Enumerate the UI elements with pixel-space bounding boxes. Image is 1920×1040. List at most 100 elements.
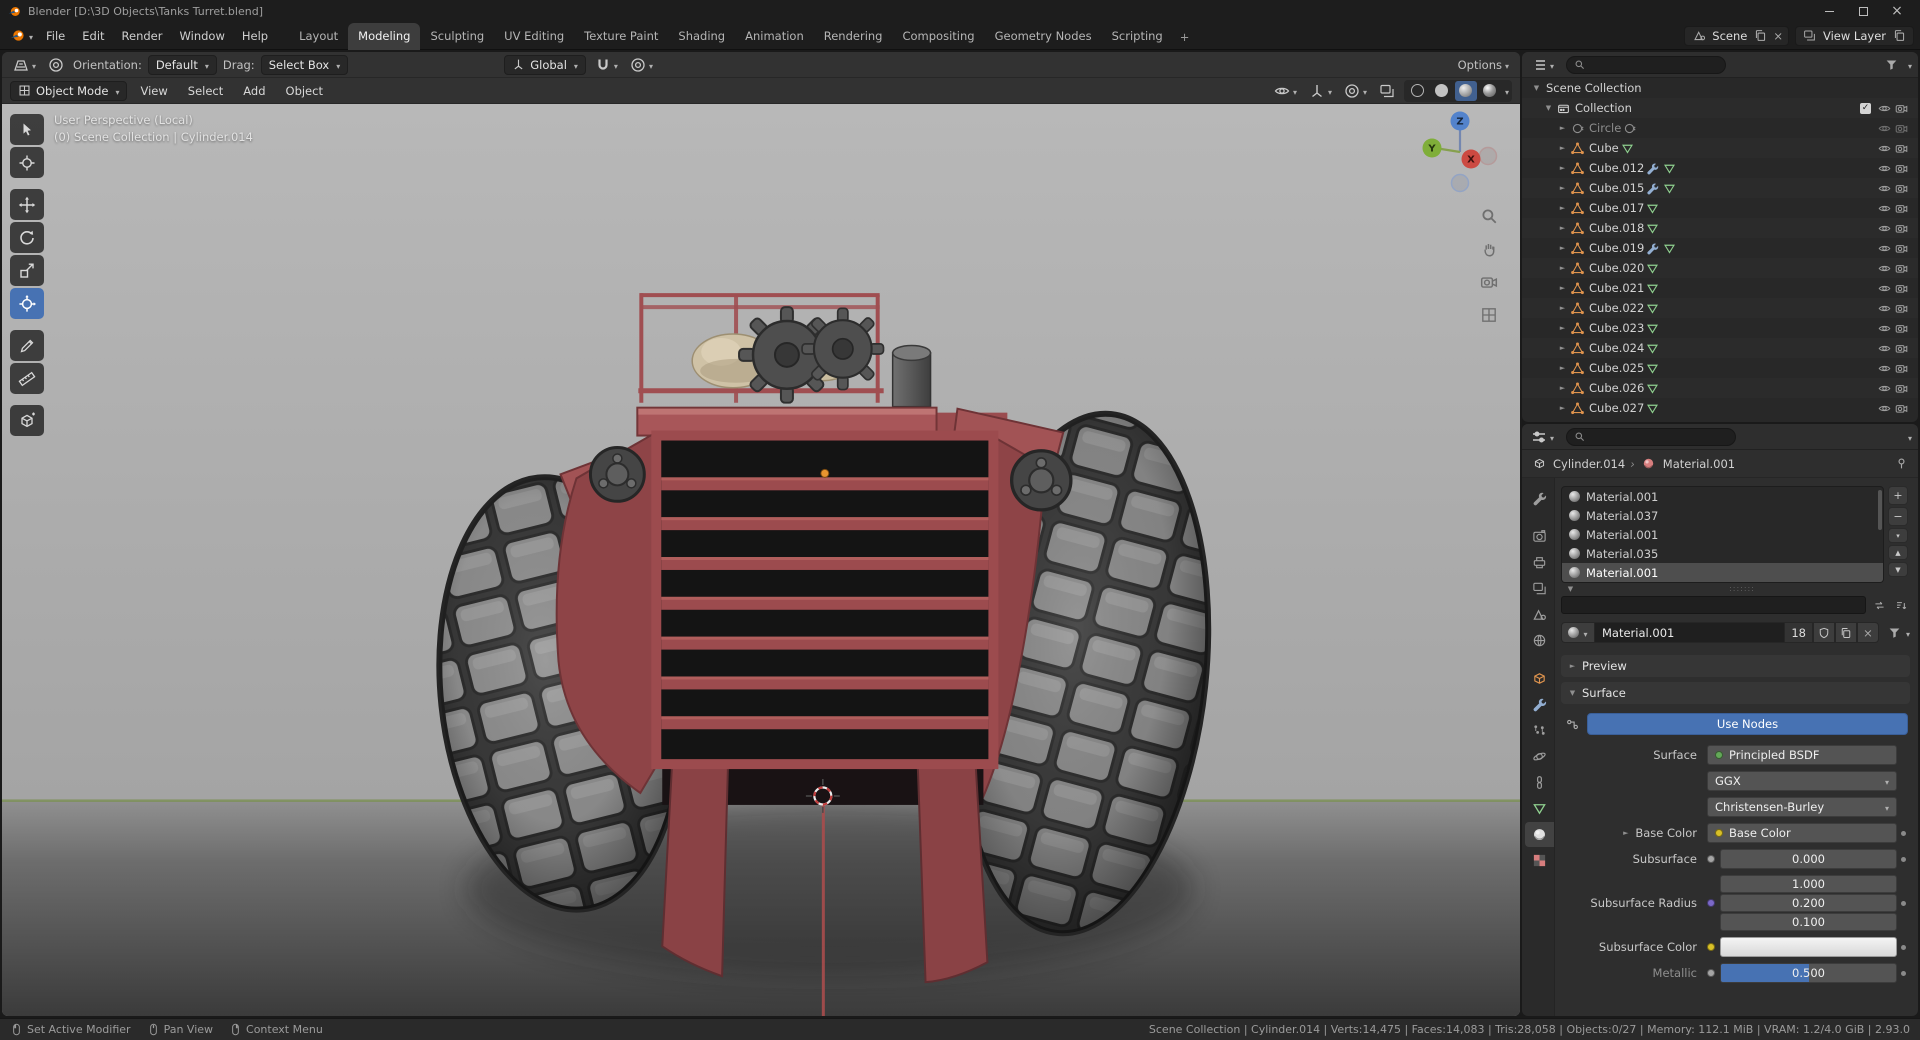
outliner-item[interactable]: Cube.018 <box>1522 218 1918 238</box>
menu-edit[interactable]: Edit <box>74 26 112 46</box>
subsurface-radius-x[interactable]: 1.000 <box>1720 875 1897 893</box>
outliner-item[interactable]: Cube.023 <box>1522 318 1918 338</box>
remove-slot-button[interactable]: − <box>1888 507 1908 526</box>
disable-render-icon[interactable] <box>1893 122 1910 135</box>
filter-invert-icon[interactable] <box>1870 599 1888 612</box>
list-filter-input[interactable] <box>1561 596 1866 614</box>
breadcrumb-material[interactable]: Material.001 <box>1663 457 1735 471</box>
tool-annotate-button[interactable] <box>10 330 44 361</box>
outliner-search-input[interactable] <box>1566 55 1726 74</box>
outliner-item[interactable]: Cube.024 <box>1522 338 1918 358</box>
selectability-dropdown[interactable] <box>1271 81 1300 101</box>
subsurface-radius-y[interactable]: 0.200 <box>1720 894 1897 912</box>
expand-icon[interactable] <box>1556 264 1569 272</box>
tab-animation[interactable]: Animation <box>735 23 814 50</box>
expand-icon[interactable] <box>1556 164 1569 172</box>
tab-scene[interactable] <box>1525 602 1554 627</box>
menu-file[interactable]: File <box>38 26 73 46</box>
hide-viewport-icon[interactable] <box>1876 222 1893 235</box>
decorator-dot[interactable] <box>1897 971 1910 976</box>
hide-viewport-icon[interactable] <box>1876 202 1893 215</box>
expand-icon[interactable] <box>1556 304 1569 312</box>
tool-scale-button[interactable] <box>10 255 44 286</box>
disable-render-icon[interactable] <box>1893 182 1910 195</box>
subsurface-slider[interactable]: 0.000 <box>1720 849 1897 869</box>
navigation-gizmo[interactable]: Z Y X <box>1414 106 1506 198</box>
hide-viewport-icon[interactable] <box>1876 342 1893 355</box>
tab-constraints[interactable] <box>1525 770 1554 795</box>
subsurface-color-swatch[interactable] <box>1720 937 1897 957</box>
material-slot[interactable]: Material.001 <box>1562 525 1883 544</box>
filter-sort-icon[interactable] <box>1892 599 1910 612</box>
disable-render-icon[interactable] <box>1893 222 1910 235</box>
metallic-slider[interactable]: 0.500 <box>1720 963 1897 983</box>
gizmo-y-ball[interactable]: Y <box>1422 138 1442 158</box>
disable-render-icon[interactable] <box>1893 162 1910 175</box>
expand-icon[interactable] <box>1556 364 1569 372</box>
ortho-toggle-button[interactable] <box>1477 303 1501 327</box>
view-layer-selector[interactable]: View Layer <box>1794 25 1914 46</box>
overlays-dropdown[interactable] <box>1341 81 1370 101</box>
hide-viewport-icon[interactable] <box>1876 242 1893 255</box>
shading-material-button[interactable] <box>1454 80 1477 101</box>
decorator-dot[interactable] <box>1897 831 1910 836</box>
pan-button[interactable] <box>1477 237 1501 261</box>
gizmo-neg-z-ball[interactable] <box>1450 173 1470 193</box>
disable-render-icon[interactable] <box>1893 242 1910 255</box>
outliner-editor-type-button[interactable] <box>1528 55 1557 75</box>
tab-view-layer[interactable] <box>1525 576 1554 601</box>
close-button[interactable] <box>1882 2 1912 20</box>
tab-layout[interactable]: Layout <box>289 23 348 50</box>
surface-shader-dropdown[interactable]: Principled BSDF <box>1707 745 1897 765</box>
tab-modifiers[interactable] <box>1525 692 1554 717</box>
decorator-dot[interactable] <box>1897 857 1910 862</box>
add-menu[interactable]: Add <box>236 82 272 100</box>
snap-toggle[interactable] <box>592 55 621 75</box>
properties-search-input[interactable] <box>1566 427 1737 446</box>
material-filter-icon[interactable] <box>1886 626 1904 639</box>
hide-viewport-icon[interactable] <box>1876 402 1893 415</box>
minimize-button[interactable] <box>1814 2 1844 20</box>
tank-gear-wheel-right[interactable] <box>801 307 885 391</box>
expand-icon[interactable] <box>1556 144 1569 152</box>
maximize-button[interactable] <box>1848 2 1878 20</box>
disable-render-icon[interactable] <box>1893 322 1910 335</box>
drag-dropdown[interactable]: Select Box <box>260 54 349 75</box>
expand-icon[interactable] <box>1556 324 1569 332</box>
filter-toggle-icon[interactable] <box>1564 585 1577 593</box>
tab-tool[interactable] <box>1525 486 1554 511</box>
tool-rotate-button[interactable] <box>10 222 44 253</box>
scene-selector[interactable]: Scene <box>1684 25 1789 46</box>
material-slot[interactable]: Material.037 <box>1562 506 1883 525</box>
pin-icon[interactable] <box>1892 457 1910 470</box>
base-color-link-field[interactable]: Base Color <box>1707 823 1897 843</box>
editor-type-button[interactable] <box>10 55 39 75</box>
expand-icon[interactable] <box>1556 224 1569 232</box>
fake-user-button[interactable] <box>1812 622 1835 643</box>
distribution-dropdown[interactable]: GGX <box>1707 771 1897 791</box>
hide-viewport-icon[interactable] <box>1876 142 1893 155</box>
outliner-item[interactable]: Cube.020 <box>1522 258 1918 278</box>
outliner-item[interactable]: Cube.021 <box>1522 278 1918 298</box>
disable-render-icon[interactable] <box>1893 202 1910 215</box>
tool-cursor-button[interactable] <box>10 147 44 178</box>
add-slot-button[interactable]: + <box>1888 486 1908 505</box>
outliner-item[interactable]: Cube.022 <box>1522 298 1918 318</box>
tool-measure-button[interactable] <box>10 363 44 394</box>
properties-editor-type-button[interactable] <box>1528 427 1557 447</box>
outliner-item[interactable]: Circle <box>1522 118 1918 138</box>
new-material-button[interactable] <box>1834 622 1857 643</box>
expand-icon[interactable] <box>1556 244 1569 252</box>
view-menu[interactable]: View <box>133 82 174 100</box>
outliner-item[interactable]: Cube.017 <box>1522 198 1918 218</box>
user-count-badge[interactable]: 18 <box>1784 622 1813 643</box>
expand-icon[interactable] <box>1556 184 1569 192</box>
tab-material[interactable] <box>1525 822 1554 847</box>
hide-viewport-icon[interactable] <box>1876 362 1893 375</box>
list-resize-grip[interactable] <box>1577 584 1907 593</box>
disable-render-icon[interactable] <box>1893 302 1910 315</box>
tab-geometry-nodes[interactable]: Geometry Nodes <box>985 23 1102 50</box>
material-name-field[interactable]: Material.001 <box>1595 622 1785 643</box>
disable-render-icon[interactable] <box>1893 142 1910 155</box>
disable-render-icon[interactable] <box>1893 362 1910 375</box>
